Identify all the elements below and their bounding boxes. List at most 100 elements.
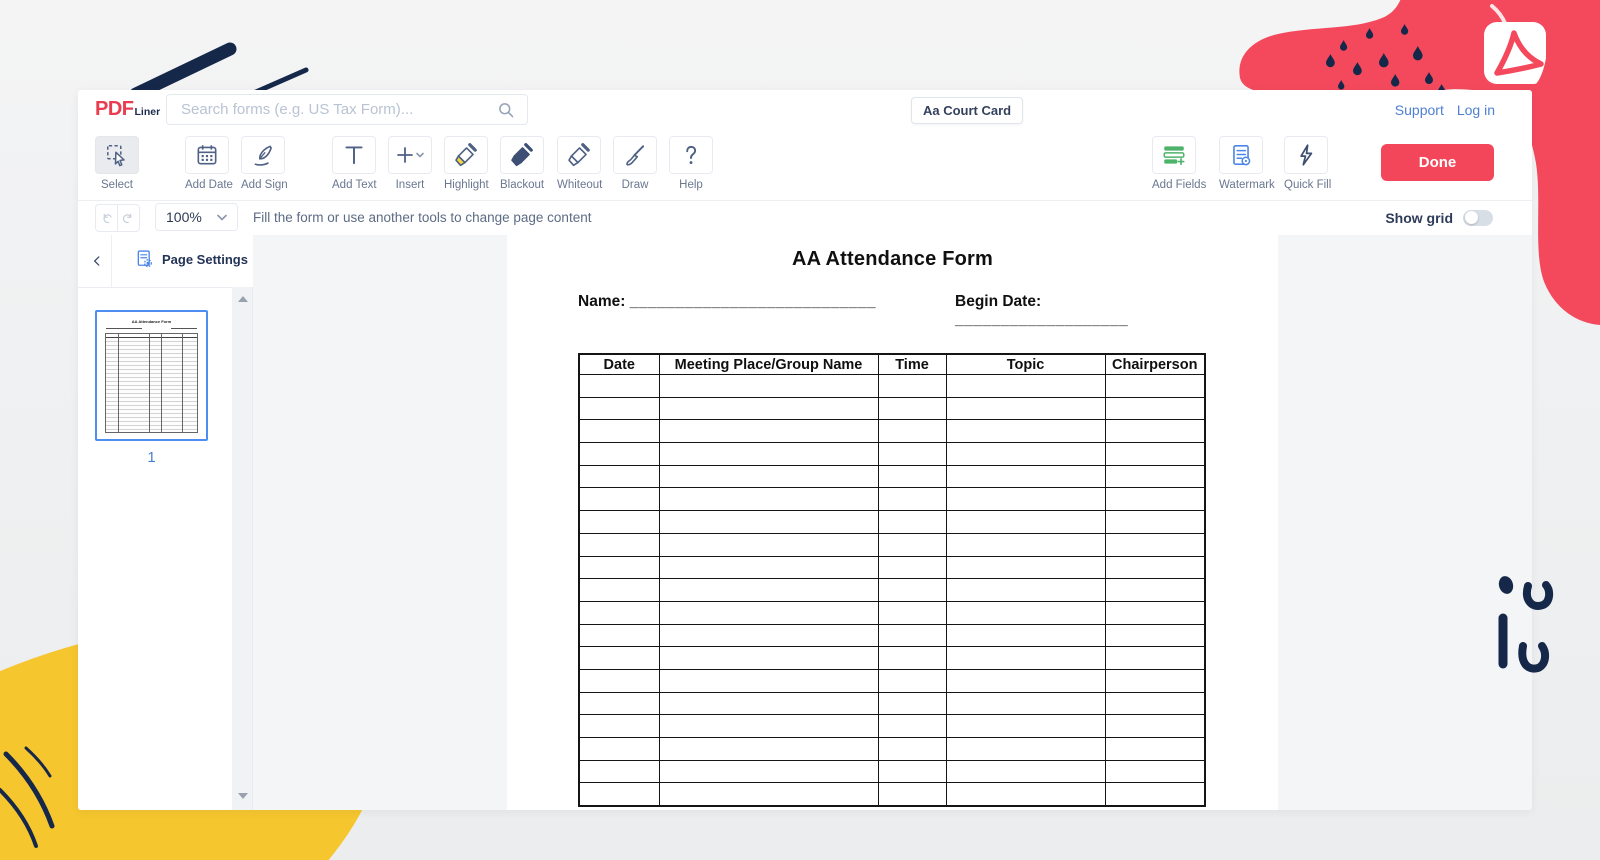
table-cell[interactable]: [1105, 443, 1205, 466]
login-link[interactable]: Log in: [1457, 102, 1495, 118]
table-cell[interactable]: [1105, 511, 1205, 534]
table-cell[interactable]: [1105, 692, 1205, 715]
search-icon[interactable]: [497, 101, 515, 119]
table-cell[interactable]: [659, 556, 878, 579]
table-row[interactable]: [579, 647, 1205, 670]
table-cell[interactable]: [878, 465, 946, 488]
table-row[interactable]: [579, 511, 1205, 534]
table-cell[interactable]: [1105, 647, 1205, 670]
zoom-dropdown[interactable]: 100%: [155, 203, 238, 231]
table-cell[interactable]: [1105, 397, 1205, 420]
table-row[interactable]: [579, 443, 1205, 466]
help-button[interactable]: Help: [669, 136, 713, 191]
table-row[interactable]: [579, 624, 1205, 647]
table-cell[interactable]: [1105, 465, 1205, 488]
table-cell[interactable]: [659, 488, 878, 511]
table-cell[interactable]: [946, 443, 1105, 466]
table-cell[interactable]: [878, 556, 946, 579]
table-cell[interactable]: [1105, 488, 1205, 511]
table-cell[interactable]: [659, 601, 878, 624]
table-cell[interactable]: [946, 692, 1105, 715]
table-cell[interactable]: [878, 647, 946, 670]
table-row[interactable]: [579, 601, 1205, 624]
table-cell[interactable]: [946, 715, 1105, 738]
insert-button[interactable]: Insert: [388, 136, 432, 191]
add-sign-button[interactable]: Add Sign: [241, 136, 285, 191]
table-cell[interactable]: [659, 669, 878, 692]
table-cell[interactable]: [1105, 420, 1205, 443]
table-cell[interactable]: [878, 783, 946, 806]
table-cell[interactable]: [659, 783, 878, 806]
page-thumbnail[interactable]: AA Attendance Form: [95, 310, 208, 441]
table-cell[interactable]: [579, 669, 659, 692]
table-cell[interactable]: [1105, 715, 1205, 738]
table-cell[interactable]: [878, 669, 946, 692]
table-cell[interactable]: [878, 533, 946, 556]
table-cell[interactable]: [579, 715, 659, 738]
table-cell[interactable]: [579, 692, 659, 715]
table-cell[interactable]: [1105, 533, 1205, 556]
pdf-page[interactable]: AA Attendance Form Name: _______________…: [507, 235, 1278, 810]
table-cell[interactable]: [579, 624, 659, 647]
support-link[interactable]: Support: [1395, 102, 1444, 118]
table-cell[interactable]: [946, 579, 1105, 602]
table-cell[interactable]: [1105, 738, 1205, 761]
table-row[interactable]: [579, 760, 1205, 783]
table-cell[interactable]: [659, 397, 878, 420]
table-cell[interactable]: [579, 601, 659, 624]
table-cell[interactable]: [878, 375, 946, 398]
table-row[interactable]: [579, 715, 1205, 738]
table-cell[interactable]: [1105, 624, 1205, 647]
table-cell[interactable]: [946, 488, 1105, 511]
table-cell[interactable]: [579, 647, 659, 670]
table-cell[interactable]: [946, 624, 1105, 647]
table-cell[interactable]: [1105, 601, 1205, 624]
table-cell[interactable]: [659, 738, 878, 761]
table-cell[interactable]: [946, 375, 1105, 398]
table-cell[interactable]: [659, 533, 878, 556]
table-cell[interactable]: [946, 420, 1105, 443]
table-cell[interactable]: [1105, 760, 1205, 783]
table-cell[interactable]: [946, 397, 1105, 420]
table-cell[interactable]: [878, 443, 946, 466]
table-row[interactable]: [579, 533, 1205, 556]
table-row[interactable]: [579, 465, 1205, 488]
table-cell[interactable]: [878, 420, 946, 443]
table-row[interactable]: [579, 669, 1205, 692]
table-row[interactable]: [579, 692, 1205, 715]
table-cell[interactable]: [659, 443, 878, 466]
document-viewport[interactable]: AA Attendance Form Name: _______________…: [253, 235, 1532, 810]
show-grid-toggle[interactable]: [1463, 210, 1493, 226]
table-row[interactable]: [579, 375, 1205, 398]
table-cell[interactable]: [1105, 783, 1205, 806]
highlight-button[interactable]: Highlight: [444, 136, 488, 191]
redo-button[interactable]: [117, 204, 140, 232]
table-cell[interactable]: [878, 511, 946, 534]
scroll-up-arrow-icon[interactable]: [238, 296, 248, 302]
table-cell[interactable]: [946, 511, 1105, 534]
table-cell[interactable]: [946, 556, 1105, 579]
table-cell[interactable]: [579, 443, 659, 466]
table-cell[interactable]: [579, 760, 659, 783]
table-cell[interactable]: [579, 511, 659, 534]
table-row[interactable]: [579, 556, 1205, 579]
table-row[interactable]: [579, 738, 1205, 761]
add-text-button[interactable]: Add Text: [332, 136, 376, 191]
table-cell[interactable]: [659, 715, 878, 738]
watermark-button[interactable]: Watermark: [1219, 136, 1263, 191]
table-cell[interactable]: [878, 488, 946, 511]
table-cell[interactable]: [659, 511, 878, 534]
add-date-button[interactable]: Add Date: [185, 136, 229, 191]
table-cell[interactable]: [946, 647, 1105, 670]
table-cell[interactable]: [579, 783, 659, 806]
table-cell[interactable]: [878, 397, 946, 420]
table-cell[interactable]: [579, 556, 659, 579]
draw-button[interactable]: Draw: [613, 136, 657, 191]
table-cell[interactable]: [659, 465, 878, 488]
table-cell[interactable]: [946, 601, 1105, 624]
table-cell[interactable]: [659, 375, 878, 398]
table-cell[interactable]: [878, 601, 946, 624]
table-cell[interactable]: [579, 533, 659, 556]
table-cell[interactable]: [878, 760, 946, 783]
collapse-sidebar-button[interactable]: [85, 246, 109, 276]
